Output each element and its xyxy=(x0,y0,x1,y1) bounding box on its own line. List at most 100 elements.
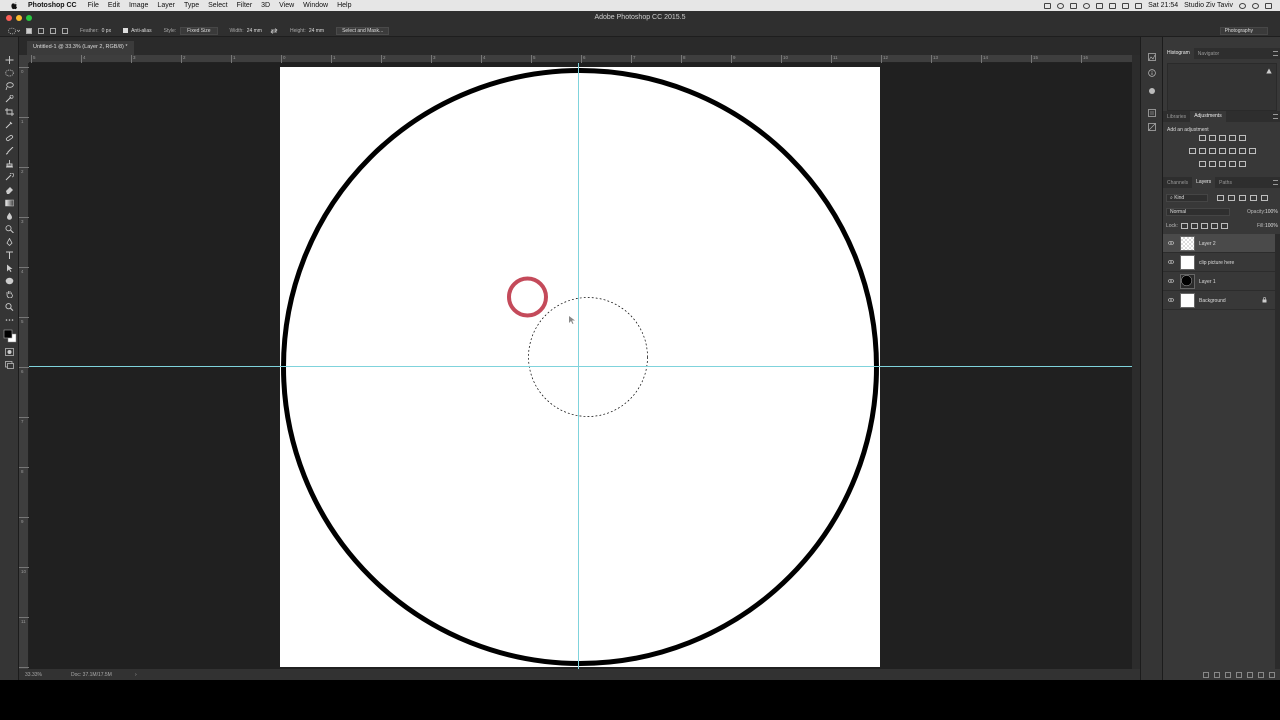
invert-icon[interactable] xyxy=(1198,161,1206,167)
menu-view[interactable]: View xyxy=(279,2,294,9)
tab-libraries[interactable]: Libraries xyxy=(1163,114,1190,120)
gradient-map-triangle-icon[interactable] xyxy=(1238,135,1246,141)
layer-row-clip-picture-here[interactable]: clip picture here xyxy=(1163,253,1275,272)
height-input[interactable]: 24 mm xyxy=(309,28,324,34)
lock-icon[interactable] xyxy=(1262,297,1267,303)
color-panel-icon[interactable] xyxy=(1148,87,1156,95)
canvas-area[interactable] xyxy=(29,63,1132,669)
clone-stamp-tool-icon[interactable] xyxy=(5,160,14,168)
menu-filter[interactable]: Filter xyxy=(237,2,253,9)
warning-triangle-icon[interactable] xyxy=(1266,68,1272,74)
path-selection-tool-icon[interactable] xyxy=(5,264,14,272)
hand-tool-icon[interactable] xyxy=(5,290,14,298)
blur-tool-icon[interactable] xyxy=(5,212,14,220)
ellipse-shape-tool-icon[interactable] xyxy=(5,277,14,285)
tab-paths[interactable]: Paths xyxy=(1215,180,1236,186)
dodge-tool-icon[interactable] xyxy=(5,225,14,233)
menu-type[interactable]: Type xyxy=(184,2,199,9)
dropbox-icon[interactable] xyxy=(1070,2,1078,9)
menu-3d[interactable]: 3D xyxy=(261,2,270,9)
horizontal-guide[interactable] xyxy=(29,366,1132,367)
blend-mode-dropdown[interactable]: Normal xyxy=(1166,208,1230,216)
brightness-contrast-icon[interactable] xyxy=(1198,135,1206,141)
lock-artboard-icon[interactable] xyxy=(1211,223,1218,229)
layer-kind-filter[interactable]: ⌕ Kind xyxy=(1166,194,1208,202)
type-filter-icon[interactable] xyxy=(1239,195,1246,201)
tab-layers[interactable]: Layers xyxy=(1192,177,1216,188)
menu-file[interactable]: File xyxy=(88,2,99,9)
add-mask-icon[interactable] xyxy=(1225,671,1231,678)
opacity-input[interactable]: 100% xyxy=(1265,209,1278,215)
adjustments-panel-icon[interactable] xyxy=(1148,123,1156,131)
panel-menu-icon[interactable] xyxy=(1273,114,1278,119)
zoom-tool-icon[interactable] xyxy=(5,303,14,311)
battery-icon[interactable] xyxy=(1122,2,1130,9)
time-machine-icon[interactable] xyxy=(1083,2,1091,9)
exposure-icon[interactable] xyxy=(1228,135,1236,141)
elliptical-marquee-preset-icon[interactable] xyxy=(8,27,20,35)
layer-row-layer-2[interactable]: Layer 2 xyxy=(1163,234,1275,253)
lock-transparency-icon[interactable] xyxy=(1181,223,1188,229)
threshold-icon[interactable] xyxy=(1218,161,1226,167)
color-swatches-icon[interactable] xyxy=(3,329,17,343)
info-panel-icon[interactable] xyxy=(1148,69,1156,77)
visibility-eye-icon[interactable] xyxy=(1168,279,1174,283)
tab-histogram[interactable]: Histogram xyxy=(1163,48,1194,59)
camera-icon[interactable] xyxy=(1044,2,1052,9)
subtract-from-selection-button[interactable] xyxy=(50,27,56,34)
feather-input[interactable]: 0 px xyxy=(102,28,111,34)
new-layer-icon[interactable] xyxy=(1258,671,1264,678)
selective-color-icon[interactable] xyxy=(1238,161,1246,167)
layer-name[interactable]: Background xyxy=(1199,298,1226,304)
antialias-checkbox[interactable] xyxy=(123,28,129,33)
visibility-eye-icon[interactable] xyxy=(1168,298,1174,302)
volume-icon[interactable] xyxy=(1109,2,1117,9)
history-brush-tool-icon[interactable] xyxy=(5,173,14,181)
menu-image[interactable]: Image xyxy=(129,2,148,9)
layer-name[interactable]: Layer 1 xyxy=(1199,279,1216,285)
quick-mask-icon[interactable] xyxy=(5,348,14,356)
vertical-ruler[interactable]: 0123456789101112 xyxy=(19,63,29,674)
channel-mixer-icon[interactable] xyxy=(1238,148,1246,154)
lock-position-icon[interactable] xyxy=(1201,223,1208,229)
panel-menu-icon[interactable] xyxy=(1273,180,1278,185)
tab-channels[interactable]: Channels xyxy=(1163,180,1192,186)
link-layers-icon[interactable] xyxy=(1203,671,1209,678)
vibrance-icon[interactable] xyxy=(1188,148,1196,154)
menu-help[interactable]: Help xyxy=(337,2,351,9)
status-menu-arrow[interactable]: › xyxy=(135,672,137,678)
keyboard-icon[interactable] xyxy=(1135,2,1143,9)
photo-filter-icon[interactable] xyxy=(1228,148,1236,154)
new-selection-button[interactable] xyxy=(26,27,32,34)
canvas-scrollbar[interactable] xyxy=(1132,55,1140,669)
delete-layer-icon[interactable] xyxy=(1269,671,1275,678)
menubar-clock[interactable]: Sat 21:54 xyxy=(1148,2,1178,9)
menu-layer[interactable]: Layer xyxy=(157,2,175,9)
pixel-filter-icon[interactable] xyxy=(1217,195,1224,201)
curves-icon[interactable] xyxy=(1218,135,1226,141)
style-dropdown[interactable]: Fixed Size xyxy=(180,26,218,35)
panel-menu-icon[interactable] xyxy=(1273,51,1278,56)
tab-adjustments[interactable]: Adjustments xyxy=(1190,111,1226,122)
document-canvas[interactable] xyxy=(280,67,880,667)
lasso-tool-icon[interactable] xyxy=(5,82,14,90)
spotlight-icon[interactable] xyxy=(1239,2,1246,9)
layer-name[interactable]: clip picture here xyxy=(1199,260,1234,266)
vertical-guide[interactable] xyxy=(578,63,579,669)
gradient-map-icon[interactable] xyxy=(1228,161,1236,167)
fill-input[interactable]: 100% xyxy=(1265,223,1278,229)
width-input[interactable]: 24 mm xyxy=(247,28,262,34)
layer-row-layer-1[interactable]: Layer 1 xyxy=(1163,272,1275,291)
pen-tool-icon[interactable] xyxy=(5,238,14,246)
document-tab[interactable]: Untitled-1 @ 33.3% (Layer 2, RGB/8) * xyxy=(27,41,134,55)
lock-pixels-icon[interactable] xyxy=(1191,223,1198,229)
eraser-tool-icon[interactable] xyxy=(5,186,14,194)
shape-filter-icon[interactable] xyxy=(1250,195,1257,201)
layer-name[interactable]: Layer 2 xyxy=(1199,241,1216,247)
color-balance-icon[interactable] xyxy=(1208,148,1216,154)
more-tools-icon[interactable] xyxy=(5,316,14,324)
siri-icon[interactable] xyxy=(1252,2,1259,9)
lock-all-icon[interactable] xyxy=(1221,223,1228,229)
intersect-selection-button[interactable] xyxy=(62,27,68,34)
layer-row-background[interactable]: Background xyxy=(1163,291,1275,310)
